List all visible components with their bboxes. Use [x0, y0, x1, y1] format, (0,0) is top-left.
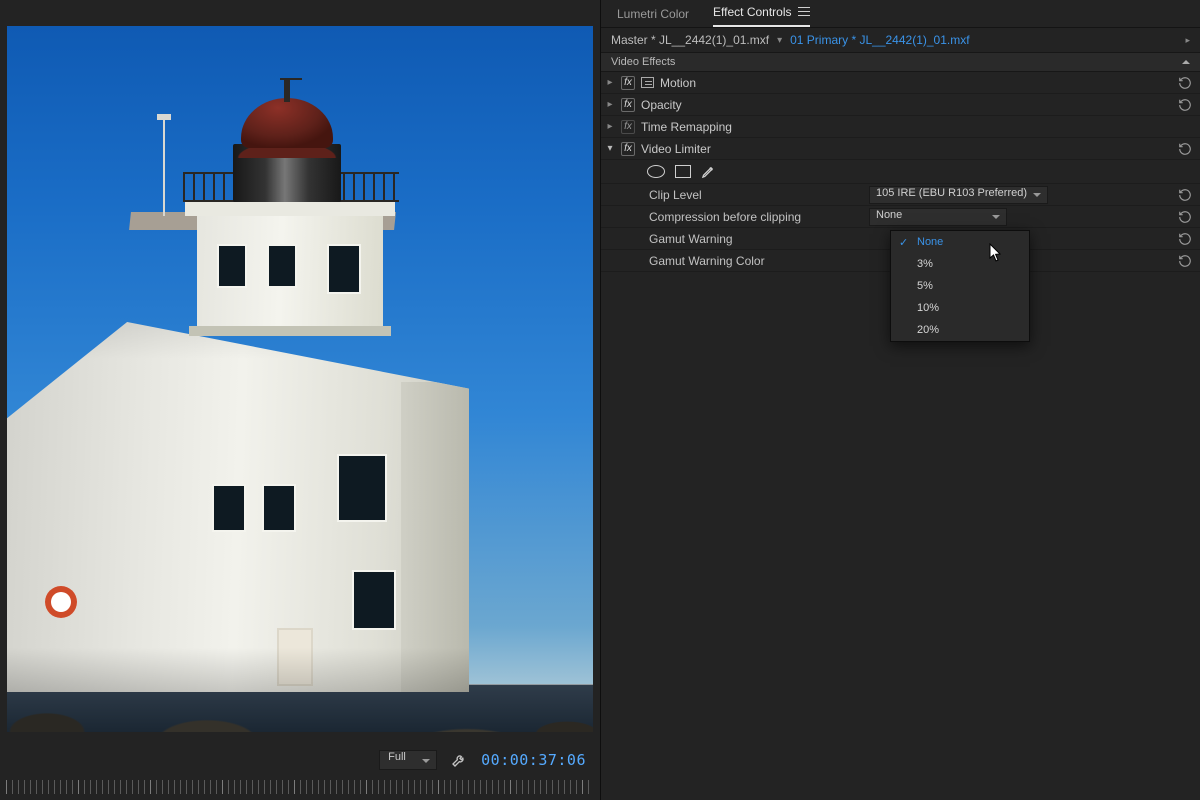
fx-toggle-icon[interactable]: fx — [621, 120, 635, 134]
reset-param-icon[interactable] — [1178, 232, 1192, 246]
dropdown-option-20pct[interactable]: 20% — [891, 319, 1029, 341]
param-label: Compression before clipping — [649, 210, 859, 224]
param-row-compression: Compression before clipping None — [601, 206, 1200, 228]
collapse-up-icon[interactable] — [1182, 56, 1190, 64]
fx-toggle-icon[interactable]: fx — [621, 142, 635, 156]
mask-ellipse-icon[interactable] — [647, 165, 665, 178]
sequence-clip-label[interactable]: 01 Primary * JL__2442(1)_01.mxf — [790, 33, 969, 47]
effect-label: Video Limiter — [641, 142, 711, 156]
chevron-right-icon[interactable] — [605, 99, 615, 110]
chevron-right-icon[interactable] — [605, 121, 615, 132]
effect-controls-panel: Lumetri Color Effect Controls Master * J… — [600, 0, 1200, 800]
preview-image — [7, 26, 593, 732]
chevron-down-icon[interactable]: ▾ — [777, 35, 782, 46]
effect-row-time-remapping[interactable]: fx Time Remapping — [601, 116, 1200, 138]
timeline-ruler[interactable] — [0, 776, 600, 800]
clip-source-row: Master * JL__2442(1)_01.mxf ▾ 01 Primary… — [601, 28, 1200, 52]
dropdown-option-3pct[interactable]: 3% — [891, 253, 1029, 275]
chevron-down-icon[interactable] — [605, 143, 615, 154]
effect-label: Time Remapping — [641, 120, 732, 134]
chevron-right-icon[interactable] — [605, 77, 615, 88]
dropdown-option-5pct[interactable]: 5% — [891, 275, 1029, 297]
effect-row-opacity[interactable]: fx Opacity — [601, 94, 1200, 116]
param-label: Clip Level — [649, 188, 859, 202]
resolution-select[interactable]: Full — [379, 750, 437, 770]
compression-select[interactable]: None — [869, 208, 1007, 226]
mask-rectangle-icon[interactable] — [675, 165, 691, 178]
panel-menu-icon[interactable] — [798, 7, 810, 17]
effect-label: Motion — [660, 76, 696, 90]
panel-tabs: Lumetri Color Effect Controls — [601, 0, 1200, 28]
preview-toolbar: Full 00:00:37:06 — [0, 745, 600, 775]
effect-row-video-limiter[interactable]: fx Video Limiter — [601, 138, 1200, 160]
tab-effect-controls-label: Effect Controls — [713, 5, 791, 19]
mask-tools-row — [601, 160, 1200, 184]
dropdown-option-10pct[interactable]: 10% — [891, 297, 1029, 319]
reset-effect-icon[interactable] — [1178, 142, 1192, 156]
param-label: Gamut Warning Color — [649, 254, 859, 268]
reset-effect-icon[interactable] — [1178, 98, 1192, 112]
param-label: Gamut Warning — [649, 232, 859, 246]
settings-wrench-icon[interactable] — [451, 752, 467, 768]
master-clip-label[interactable]: Master * JL__2442(1)_01.mxf — [611, 33, 769, 47]
reset-param-icon[interactable] — [1178, 188, 1192, 202]
tab-lumetri-color[interactable]: Lumetri Color — [617, 7, 689, 27]
preview-area — [0, 0, 600, 745]
effect-row-motion[interactable]: fx Motion — [601, 72, 1200, 94]
motion-transform-icon[interactable] — [641, 77, 654, 88]
fx-toggle-icon[interactable]: fx — [621, 76, 635, 90]
program-monitor-panel: Full 00:00:37:06 — [0, 0, 600, 800]
dropdown-option-none[interactable]: None — [891, 231, 1029, 253]
param-row-clip-level: Clip Level 105 IRE (EBU R103 Preferred) — [601, 184, 1200, 206]
fx-toggle-icon[interactable]: fx — [621, 98, 635, 112]
reset-effect-icon[interactable] — [1178, 76, 1192, 90]
effect-label: Opacity — [641, 98, 682, 112]
reset-param-icon[interactable] — [1178, 210, 1192, 224]
tab-effect-controls[interactable]: Effect Controls — [713, 5, 809, 27]
mask-pen-icon[interactable] — [701, 164, 716, 179]
video-effects-label: Video Effects — [611, 56, 675, 68]
clip-level-select[interactable]: 105 IRE (EBU R103 Preferred) — [869, 186, 1048, 204]
mini-playhead-icon[interactable]: ▸ — [1185, 35, 1190, 46]
timecode-display[interactable]: 00:00:37:06 — [481, 751, 586, 769]
reset-param-icon[interactable] — [1178, 254, 1192, 268]
compression-dropdown[interactable]: None 3% 5% 10% 20% — [890, 230, 1030, 342]
video-effects-section-header[interactable]: Video Effects — [601, 52, 1200, 72]
